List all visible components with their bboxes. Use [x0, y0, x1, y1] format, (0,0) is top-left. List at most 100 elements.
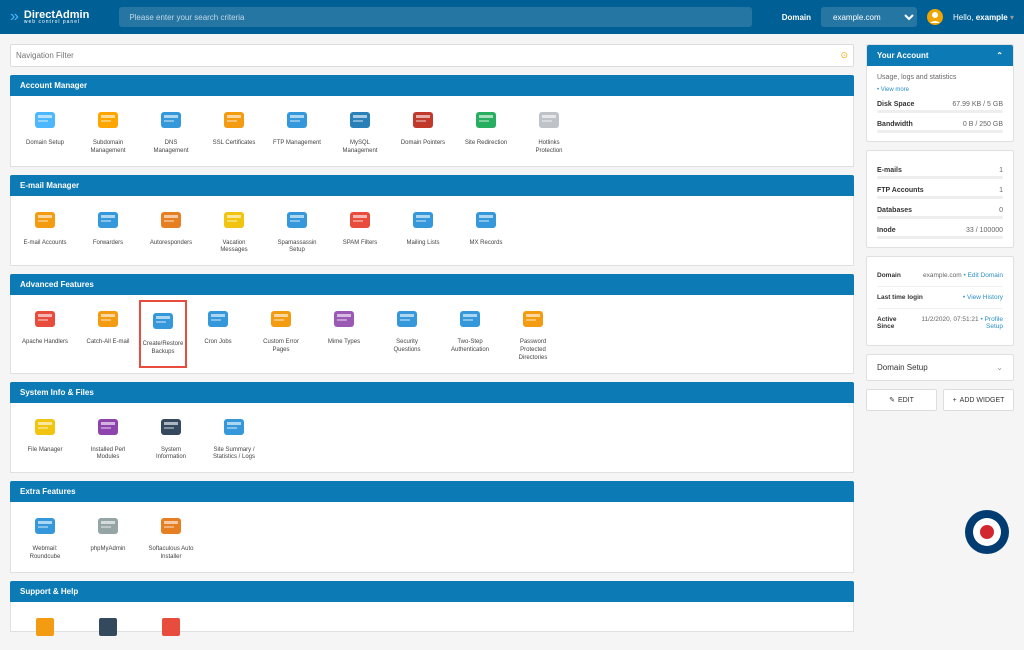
menu-item-apache-handlers[interactable]: Apache Handlers: [21, 305, 69, 362]
item-label: Mime Types: [328, 339, 360, 347]
add-widget-button[interactable]: +ADD WIDGET: [943, 389, 1014, 411]
item-icon: [93, 512, 123, 542]
item-icon: [93, 413, 123, 443]
item-label: Catch-All E-mail: [86, 339, 129, 347]
widget-subtitle: Usage, logs and statistics: [877, 74, 1003, 81]
support-icon-item[interactable]: [147, 612, 195, 646]
item-icon: [219, 106, 249, 136]
domain-select[interactable]: example.com: [821, 7, 917, 27]
search-input[interactable]: [119, 7, 751, 27]
widget-header: Your Account ⌃: [867, 45, 1013, 66]
menu-item-domain-setup[interactable]: Domain Setup: [21, 106, 69, 156]
edit-domain-link[interactable]: • Edit Domain: [964, 272, 1004, 279]
item-icon: [471, 106, 501, 136]
menu-item-two-step-authentication[interactable]: Two-Step Authentication: [446, 305, 494, 362]
item-label: Cron Jobs: [204, 339, 231, 347]
menu-item-cron-jobs[interactable]: Cron Jobs: [194, 305, 242, 362]
item-icon: [30, 106, 60, 136]
item-icon: [30, 413, 60, 443]
item-label: MySQL Management: [336, 140, 384, 156]
menu-item-forwarders[interactable]: Forwarders: [84, 206, 132, 256]
domain-label: Domain: [782, 13, 811, 22]
support-icon-item[interactable]: [21, 612, 69, 646]
item-icon: [455, 305, 485, 335]
support-icon-item[interactable]: [84, 612, 132, 646]
pencil-icon: ✎: [889, 396, 895, 404]
menu-item-site-redirection[interactable]: Site Redirection: [462, 106, 510, 156]
item-label: Vacation Messages: [210, 240, 258, 256]
menu-item-spam-filters[interactable]: SPAM Filters: [336, 206, 384, 256]
item-label: Softaculous Auto Installer: [147, 546, 195, 562]
section-support: Support & Help: [10, 581, 854, 632]
menu-item-hotlinks-protection[interactable]: Hotlinks Protection: [525, 106, 573, 156]
menu-item-create-restore-backups[interactable]: Create/Restore Backups: [139, 300, 187, 367]
menu-item-e-mail-accounts[interactable]: E-mail Accounts: [21, 206, 69, 256]
edit-button[interactable]: ✎EDIT: [866, 389, 937, 411]
item-icon: [93, 305, 123, 335]
menu-item-mx-records[interactable]: MX Records: [462, 206, 510, 256]
menu-item-domain-pointers[interactable]: Domain Pointers: [399, 106, 447, 156]
menu-item-spamassassin-setup[interactable]: Spamassassin Setup: [273, 206, 321, 256]
profile-setup-link[interactable]: • Profile Setup: [980, 316, 1003, 330]
menu-item-catch-all-e-mail[interactable]: Catch-All E-mail: [84, 305, 132, 362]
menu-item-phpmyadmin[interactable]: phpMyAdmin: [84, 512, 132, 562]
view-more-link[interactable]: • View more: [877, 87, 1003, 93]
section-header: System Info & Files: [10, 382, 854, 403]
app-header: » DirectAdmin web control panel Domain e…: [0, 0, 1024, 34]
logo[interactable]: » DirectAdmin web control panel: [10, 8, 89, 26]
menu-item-softaculous-auto-installer[interactable]: Softaculous Auto Installer: [147, 512, 195, 562]
item-icon: [156, 512, 186, 542]
item-icon: [156, 206, 186, 236]
disk-space-value: 67.99 KB / 5 GB: [952, 101, 1003, 108]
section-header: Extra Features: [10, 481, 854, 502]
item-label: Site Summary / Statistics / Logs: [210, 447, 258, 463]
menu-item-mailing-lists[interactable]: Mailing Lists: [399, 206, 447, 256]
menu-item-mime-types[interactable]: Mime Types: [320, 305, 368, 362]
menu-item-autoresponders[interactable]: Autoresponders: [147, 206, 195, 256]
nav-filter-input[interactable]: [16, 51, 840, 60]
chevron-down-icon: ▾: [1010, 13, 1014, 22]
item-label: Custom Error Pages: [257, 339, 305, 355]
item-label: Apache Handlers: [22, 339, 68, 347]
domain-setup-bar[interactable]: Domain Setup ⌄: [866, 354, 1014, 381]
menu-item-installed-perl-modules[interactable]: Installed Perl Modules: [84, 413, 132, 463]
item-icon: [156, 413, 186, 443]
plus-icon: +: [953, 397, 957, 404]
menu-item-dns-management[interactable]: DNS Management: [147, 106, 195, 156]
chevron-down-icon: ⌄: [996, 363, 1003, 372]
item-label: Mailing Lists: [406, 240, 439, 248]
item-label: Security Questions: [383, 339, 431, 355]
menu-item-webmail-roundcube[interactable]: Webmail: Roundcube: [21, 512, 69, 562]
menu-item-file-manager[interactable]: File Manager: [21, 413, 69, 463]
menu-item-ssl-certificates[interactable]: SSL Certificates: [210, 106, 258, 156]
bandwidth-value: 0 B / 250 GB: [963, 121, 1003, 128]
chevron-up-icon[interactable]: ⌃: [996, 51, 1003, 60]
header-right: Domain example.com Hello, example ▾: [782, 7, 1014, 27]
disk-space-label: Disk Space: [877, 101, 914, 108]
item-label: System Information: [147, 447, 195, 463]
disk-space-bar: [877, 110, 1003, 113]
menu-item-password-protected-directories[interactable]: Password Protected Directories: [509, 305, 557, 362]
menu-item-system-information[interactable]: System Information: [147, 413, 195, 463]
item-label: File Manager: [27, 447, 62, 455]
item-label: Create/Restore Backups: [143, 341, 184, 357]
section-account-manager: Account Manager Domain SetupSubdomain Ma…: [10, 75, 854, 167]
item-label: Domain Setup: [26, 140, 64, 148]
menu-item-mysql-management[interactable]: MySQL Management: [336, 106, 384, 156]
menu-item-custom-error-pages[interactable]: Custom Error Pages: [257, 305, 305, 362]
view-history-link[interactable]: • View History: [963, 294, 1003, 301]
menu-item-vacation-messages[interactable]: Vacation Messages: [210, 206, 258, 256]
item-icon: [282, 106, 312, 136]
bandwidth-label: Bandwidth: [877, 121, 913, 128]
menu-item-ftp-management[interactable]: FTP Management: [273, 106, 321, 156]
item-label: Spamassassin Setup: [273, 240, 321, 256]
menu-item-site-summary-statistics-logs[interactable]: Site Summary / Statistics / Logs: [210, 413, 258, 463]
section-advanced: Advanced Features Apache HandlersCatch-A…: [10, 274, 854, 373]
menu-item-security-questions[interactable]: Security Questions: [383, 305, 431, 362]
avatar[interactable]: [927, 9, 943, 25]
item-label: Two-Step Authentication: [446, 339, 494, 355]
menu-item-subdomain-management[interactable]: Subdomain Management: [84, 106, 132, 156]
target-badge-icon[interactable]: [965, 510, 1009, 554]
section-system-info: System Info & Files File Manager Installe…: [10, 382, 854, 474]
hello-text[interactable]: Hello, example ▾: [953, 13, 1014, 22]
